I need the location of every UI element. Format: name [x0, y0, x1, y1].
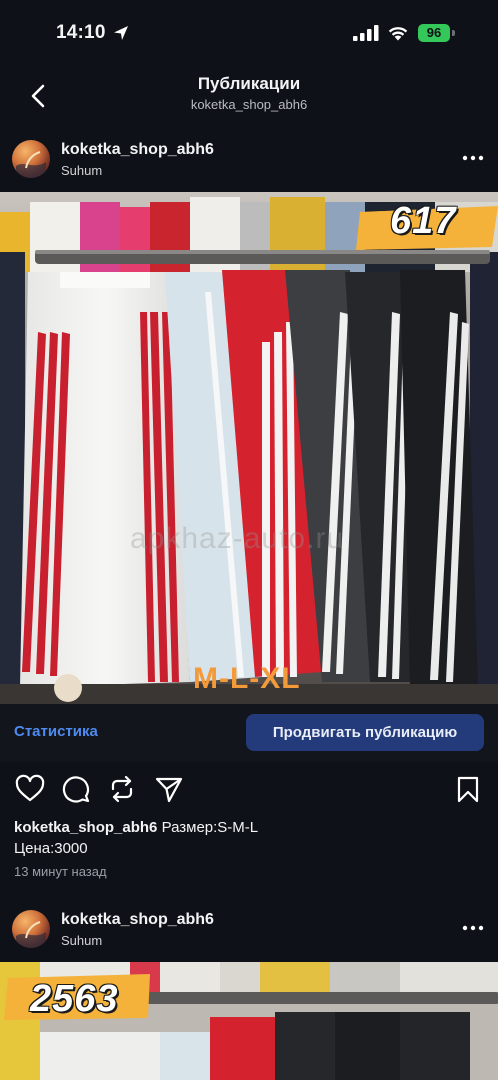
cellular-signal-icon [353, 25, 379, 41]
post-timestamp: 13 минут назад [14, 864, 107, 879]
post-photo[interactable]: 617 apkhaz-auto.ru M-L-XL [0, 192, 498, 704]
post-location[interactable]: Suhum [61, 163, 102, 178]
battery-nub [452, 30, 455, 36]
caption-line-1: koketka_shop_abh6 Размер:S-M-L [14, 817, 484, 838]
wifi-icon [388, 27, 408, 41]
statistics-link[interactable]: Статистика [14, 723, 98, 740]
post-photo[interactable]: 2563 [0, 962, 498, 1080]
price-tag: 617 [390, 200, 457, 242]
comment-icon[interactable] [61, 774, 91, 804]
heart-icon[interactable] [15, 774, 45, 804]
more-horizontal-icon[interactable] [458, 150, 488, 166]
caption-username[interactable]: koketka_shop_abh6 [14, 819, 157, 836]
caption-price: Цена:3000 [14, 840, 88, 857]
post-caption: koketka_shop_abh6 Размер:S-M-L Цена:3000 [14, 817, 484, 859]
bookmark-icon[interactable] [453, 774, 483, 804]
page-subtitle: koketka_shop_abh6 [190, 97, 308, 112]
promote-post-button[interactable]: Продвигать публикацию [246, 714, 484, 751]
page-title: Публикации [197, 74, 301, 93]
size-label: M-L-XL [193, 662, 301, 695]
caption-size: Размер:S-M-L [161, 819, 259, 836]
send-icon[interactable] [154, 774, 184, 804]
avatar[interactable] [12, 140, 50, 178]
avatar[interactable] [12, 910, 50, 948]
post-location[interactable]: Suhum [61, 933, 102, 948]
repost-icon[interactable] [107, 774, 137, 804]
battery-indicator: 96 [418, 24, 450, 42]
post-header: koketka_shop_abh6 Suhum [0, 898, 498, 960]
post-username[interactable]: koketka_shop_abh6 [61, 141, 214, 159]
watermark: apkhaz-auto.ru [130, 522, 345, 555]
status-bar: 14:10 96 [0, 0, 498, 62]
price-tag: 2563 [30, 978, 119, 1020]
post-header: koketka_shop_abh6 Suhum [0, 128, 498, 190]
more-horizontal-icon[interactable] [458, 920, 488, 936]
promote-bar: Статистика Продвигать публикацию [0, 704, 498, 762]
post-actions [0, 768, 498, 812]
post-username[interactable]: koketka_shop_abh6 [61, 911, 214, 929]
photo-illustration [0, 192, 498, 704]
status-time: 14:10 [56, 22, 106, 43]
location-arrow-icon [114, 26, 128, 40]
page-header: Публикации koketka_shop_abh6 [0, 62, 498, 128]
